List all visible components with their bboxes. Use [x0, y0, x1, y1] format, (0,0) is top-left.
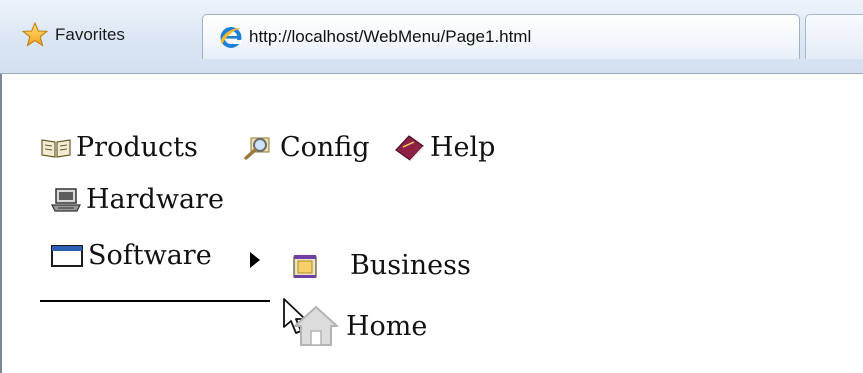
menu-item-software[interactable]: Software	[50, 240, 212, 271]
magnifier-icon	[244, 137, 270, 160]
computer-icon	[51, 187, 81, 212]
menu-label-software: Software	[88, 240, 212, 271]
new-tab-button[interactable]	[805, 14, 863, 59]
star-icon	[22, 22, 48, 47]
browser-toolbar: Favorites http://localhost/WebMenu/Page1…	[0, 0, 863, 74]
menu-item-hardware[interactable]: Hardware	[50, 184, 224, 215]
menu-item-business[interactable]: Business	[290, 250, 471, 281]
menu-label-hardware: Hardware	[86, 184, 224, 215]
menu-item-products[interactable]: Products	[40, 132, 198, 163]
tab-title: http://localhost/WebMenu/Page1.html	[249, 27, 532, 46]
book-icon	[41, 138, 71, 158]
browser-tab[interactable]: http://localhost/WebMenu/Page1.html	[202, 14, 800, 59]
house-icon	[294, 306, 338, 346]
menu-label-help: Help	[430, 132, 496, 163]
menu-label-products: Products	[76, 132, 198, 163]
menu-label-config: Config	[280, 132, 370, 163]
menu-item-help[interactable]: Help	[394, 132, 495, 163]
page-content: Products Config Help Hardware Software B…	[0, 74, 863, 373]
window-icon	[51, 244, 83, 267]
menu-item-home[interactable]: Home	[292, 304, 427, 348]
briefcase-icon	[293, 254, 317, 278]
menu-item-config[interactable]: Config	[242, 132, 370, 163]
menu-label-business: Business	[350, 250, 471, 281]
hardware-underline-divider	[40, 300, 270, 302]
favorites-button[interactable]: Favorites	[22, 20, 125, 50]
help-book-icon	[395, 134, 424, 162]
ie-logo-icon	[220, 27, 242, 48]
submenu-arrow-icon	[250, 252, 260, 268]
menu-label-home: Home	[346, 310, 428, 342]
favorites-label: Favorites	[55, 25, 125, 44]
